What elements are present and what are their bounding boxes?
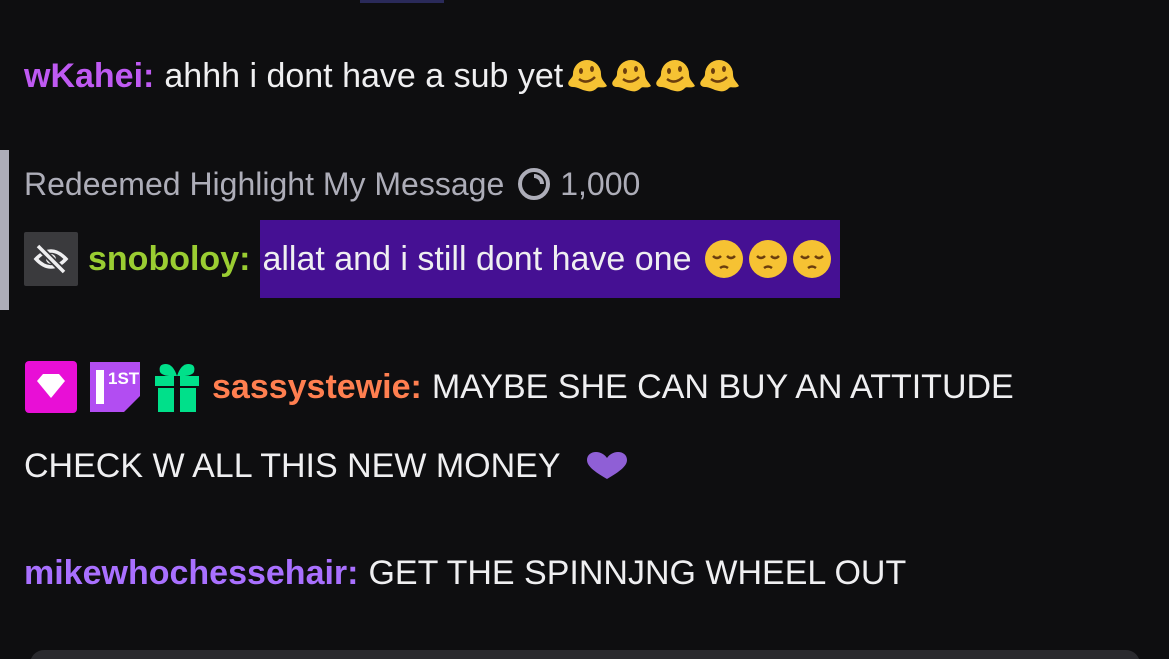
chat-message-mikewhochessehair: mikewhochessehair : GET THE SPINNJNG WHE… bbox=[24, 553, 906, 593]
unmod-badge[interactable] bbox=[24, 232, 78, 286]
top-edge-divider bbox=[360, 0, 444, 3]
melting-face-icon bbox=[568, 60, 608, 92]
melting-face-icon bbox=[700, 60, 740, 92]
highlighted-message: allat and i still dont have one bbox=[260, 220, 840, 298]
username-colon: : bbox=[143, 57, 155, 95]
redeem-label: Redeemed Highlight My Message bbox=[24, 166, 505, 202]
chat-message-sassystewie-continued: CHECK W ALL THIS NEW MONEY bbox=[24, 446, 629, 486]
message-text-line1: MAYBE SHE CAN BUY AN ATTITUDE bbox=[431, 368, 1014, 406]
purple-heart-icon bbox=[586, 452, 627, 479]
username-colon: : bbox=[239, 240, 251, 278]
message-text: GET THE SPINNJNG WHEEL OUT bbox=[368, 554, 907, 592]
chat-message-snoboloy: snoboloy : allat and i still dont have o… bbox=[24, 220, 840, 298]
melting-face-icon bbox=[656, 60, 696, 92]
points-cost: 1,000 bbox=[560, 166, 641, 202]
username-wkahei[interactable]: wKahei bbox=[24, 56, 143, 96]
pensive-face-icon bbox=[748, 240, 787, 278]
eye-slash-icon bbox=[33, 243, 69, 275]
channel-points-icon bbox=[518, 168, 551, 200]
pensive-face-icon bbox=[704, 240, 743, 278]
chat-message-wkahei: wKahei : ahhh i dont have a sub yet bbox=[24, 54, 741, 98]
redeem-header: Redeemed Highlight My Message 1,000 bbox=[24, 164, 640, 204]
chat-input-box[interactable] bbox=[30, 650, 1140, 659]
message-text: allat and i still dont have one bbox=[262, 240, 692, 278]
melting-face-icon-group bbox=[565, 54, 741, 98]
first-badge-icon[interactable]: 1ST bbox=[88, 360, 142, 414]
pensive-face-icon bbox=[792, 240, 831, 278]
chat-message-sassystewie: 1ST sassystewie : MAYBE SHE CAN BUY AN A… bbox=[24, 360, 1014, 414]
username-sassystewie[interactable]: sassystewie bbox=[212, 367, 411, 407]
melting-face-icon bbox=[612, 60, 652, 92]
username-mikewhochessehair[interactable]: mikewhochessehair bbox=[24, 553, 347, 593]
message-text: ahhh i dont have a sub yet bbox=[164, 57, 564, 95]
diamond-badge-icon[interactable] bbox=[24, 360, 78, 414]
first-badge-text: 1ST bbox=[108, 369, 140, 388]
chat-panel: wKahei : ahhh i dont have a sub yet Rede… bbox=[0, 0, 1169, 659]
pensive-face-icon-group bbox=[702, 237, 834, 281]
message-text-line2: CHECK W ALL THIS NEW MONEY bbox=[24, 447, 561, 485]
gift-badge-icon[interactable] bbox=[152, 360, 202, 414]
highlight-indicator-bar bbox=[0, 150, 9, 310]
username-colon: : bbox=[410, 368, 422, 406]
username-snoboloy[interactable]: snoboloy bbox=[88, 239, 239, 279]
username-colon: : bbox=[347, 554, 359, 592]
